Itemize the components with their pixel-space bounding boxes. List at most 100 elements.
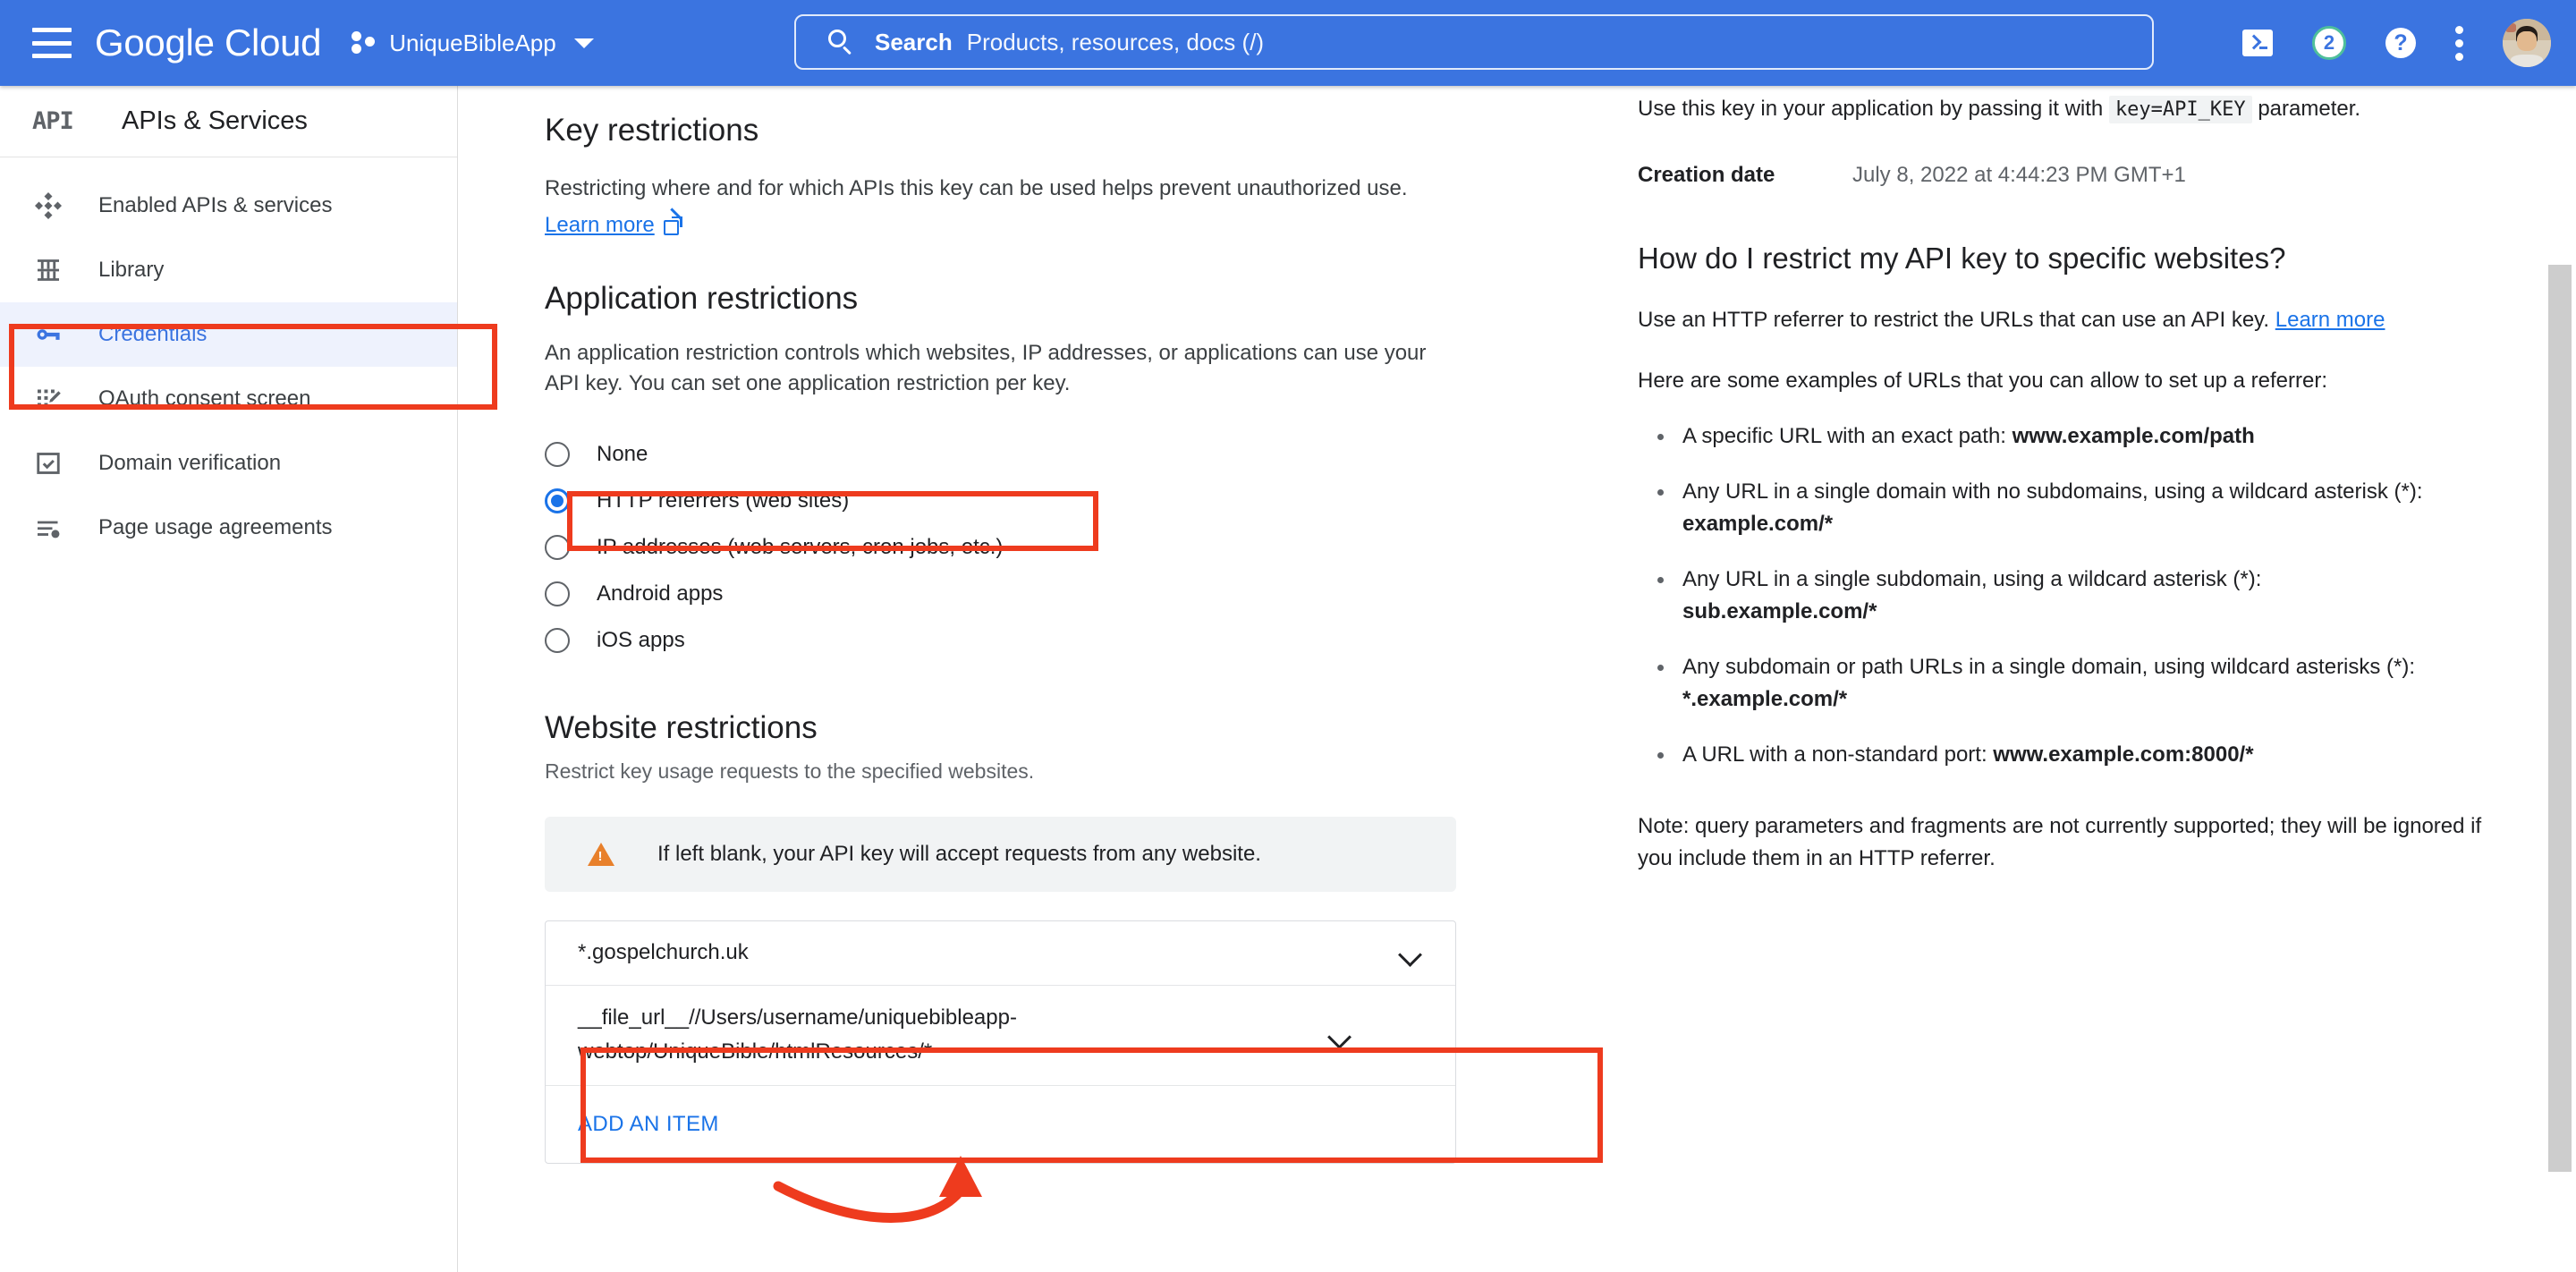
- example-code: example.com/*: [1682, 512, 1834, 536]
- library-icon: [32, 254, 64, 286]
- example-code: *.example.com/*: [1682, 687, 1848, 711]
- website-restriction-value: *.gospelchurch.uk: [578, 940, 749, 965]
- list-item: Any URL in a single domain with no subdo…: [1638, 476, 2513, 540]
- sidebar-item-label: OAuth consent screen: [98, 386, 311, 411]
- sidebar-item-oauth-consent-screen[interactable]: OAuth consent screen: [0, 367, 457, 431]
- page-title: APIs & Services: [122, 106, 308, 135]
- key-restrictions-learn-more-link[interactable]: Learn more: [545, 207, 682, 238]
- search-placeholder: Products, resources, docs (/): [966, 28, 1265, 55]
- example-text: Any URL in a single subdomain, using a w…: [1682, 567, 2262, 591]
- chevron-down-icon: [573, 38, 594, 48]
- enabled-apis-icon: [32, 190, 64, 222]
- radio-button[interactable]: [545, 535, 570, 561]
- radio-button[interactable]: [545, 442, 570, 468]
- radio-label: Android apps: [597, 581, 724, 606]
- right-info-panel: Use this key in your application by pass…: [1577, 86, 2576, 1272]
- hamburger-menu-icon[interactable]: [32, 28, 72, 58]
- key-restrictions-heading: Key restrictions: [545, 113, 759, 148]
- sidebar-item-label: Page usage agreements: [98, 515, 333, 539]
- website-restriction-row[interactable]: *.gospelchurch.uk: [546, 921, 1455, 986]
- top-app-bar: Google Cloud UniqueBibleApp Search Produ…: [0, 0, 2576, 86]
- sidebar-item-enabled-apis[interactable]: Enabled APIs & services: [0, 174, 457, 238]
- sidebar-item-credentials[interactable]: Credentials: [0, 302, 457, 367]
- sidebar-header: API APIs & Services: [0, 86, 457, 157]
- faq-heading: How do I restrict my API key to specific…: [1638, 242, 2286, 275]
- page-usage-agreements-icon: [32, 512, 64, 544]
- list-item: Any URL in a single subdomain, using a w…: [1638, 564, 2513, 628]
- search-icon: [828, 30, 853, 55]
- creation-date-row: Creation date July 8, 2022 at 4:44:23 PM…: [1638, 163, 2513, 188]
- radio-label: iOS apps: [597, 628, 685, 653]
- learn-more-label: Learn more: [545, 213, 655, 238]
- faq-intro: Use an HTTP referrer to restrict the URL…: [1638, 304, 2513, 336]
- add-an-item-button[interactable]: ADD AN ITEM: [578, 1112, 719, 1137]
- sidebar-item-label: Library: [98, 258, 165, 282]
- radio-option-ip-addresses[interactable]: IP addresses (web servers, cron jobs, et…: [545, 524, 1505, 571]
- project-name-label: UniqueBibleApp: [389, 29, 556, 56]
- cloud-shell-terminal-icon[interactable]: [2242, 30, 2273, 56]
- warning-triangle-icon: [588, 842, 614, 866]
- project-selector[interactable]: UniqueBibleApp: [352, 29, 594, 57]
- search-input[interactable]: Search Products, resources, docs (/): [794, 14, 2154, 70]
- radio-option-ios-apps[interactable]: iOS apps: [545, 617, 1505, 664]
- usage-note-before: Use this key in your application by pass…: [1638, 97, 2104, 121]
- application-restriction-radio-group: None HTTP referrers (web sites) IP addre…: [545, 431, 1505, 664]
- example-text: Any subdomain or path URLs in a single d…: [1682, 655, 2416, 679]
- list-item: A URL with a non-standard port: www.exam…: [1638, 739, 2513, 771]
- sidebar-item-label: Enabled APIs & services: [98, 193, 333, 217]
- radio-label: IP addresses (web servers, cron jobs, et…: [597, 535, 1004, 560]
- api-key-parameter-code: key=API_KEY: [2108, 96, 2252, 123]
- sidebar-item-domain-verification[interactable]: Domain verification: [0, 431, 457, 496]
- sidebar-nav-list: Enabled APIs & services Library Credenti…: [0, 157, 457, 560]
- radio-button[interactable]: [545, 628, 570, 654]
- usage-note-after: parameter.: [2258, 97, 2361, 121]
- avatar[interactable]: [2503, 19, 2551, 67]
- sidebar-item-page-usage-agreements[interactable]: Page usage agreements: [0, 496, 457, 560]
- referrer-examples-list: A specific URL with an exact path: www.e…: [1638, 420, 2513, 771]
- radio-button[interactable]: [545, 581, 570, 607]
- help-question-icon[interactable]: ?: [2385, 28, 2416, 58]
- sidebar-item-label: Credentials: [98, 322, 208, 346]
- faq-intro-text: Use an HTTP referrer to restrict the URL…: [1638, 308, 2270, 332]
- example-code: sub.example.com/*: [1682, 599, 1877, 623]
- radio-option-android-apps[interactable]: Android apps: [545, 571, 1505, 617]
- example-text: Any URL in a single domain with no subdo…: [1682, 479, 2423, 504]
- chevron-down-icon[interactable]: [1329, 1024, 1351, 1046]
- website-restrictions-heading: Website restrictions: [545, 710, 818, 746]
- radio-button[interactable]: [545, 488, 570, 514]
- application-restrictions-heading: Application restrictions: [545, 281, 859, 317]
- page-scrollbar-thumb[interactable]: [2548, 265, 2572, 1172]
- project-icon: [352, 30, 376, 56]
- creation-date-value: July 8, 2022 at 4:44:23 PM GMT+1: [1852, 163, 2186, 187]
- radio-label: None: [597, 442, 648, 467]
- referrer-note: Note: query parameters and fragments are…: [1638, 814, 2482, 870]
- google-cloud-logo[interactable]: Google Cloud: [95, 21, 322, 64]
- example-code: www.example.com/path: [2012, 424, 2255, 448]
- faq-learn-more-link[interactable]: Learn more: [2275, 308, 2385, 332]
- radio-option-none[interactable]: None: [545, 431, 1505, 478]
- api-product-glyph: API: [32, 107, 74, 135]
- list-item: Any subdomain or path URLs in a single d…: [1638, 651, 2513, 716]
- key-restrictions-description: Restricting where and for which APIs thi…: [545, 176, 1408, 200]
- more-vertical-icon[interactable]: [2455, 25, 2463, 61]
- domain-verification-icon: [32, 447, 64, 479]
- creation-date-label: Creation date: [1638, 163, 1775, 187]
- radio-option-http-referrers[interactable]: HTTP referrers (web sites): [545, 478, 1505, 524]
- blank-warning-banner: If left blank, your API key will accept …: [545, 816, 1456, 892]
- examples-intro: Here are some examples of URLs that you …: [1638, 369, 2328, 393]
- sidebar-item-library[interactable]: Library: [0, 238, 457, 302]
- example-code: www.example.com:8000/*: [1993, 742, 2254, 767]
- website-restriction-row[interactable]: __file_url__//Users/username/uniquebible…: [546, 986, 1455, 1086]
- oauth-consent-icon: [32, 383, 64, 415]
- add-item-row: ADD AN ITEM: [546, 1086, 1455, 1163]
- key-icon: [32, 318, 64, 351]
- main-content: Key restrictions Restricting where and f…: [459, 86, 1577, 1272]
- chevron-down-icon[interactable]: [1400, 942, 1421, 963]
- search-label: Search: [875, 28, 953, 55]
- topbar-actions: 2 ?: [2242, 0, 2551, 86]
- website-restrictions-list: *.gospelchurch.uk __file_url__//Users/us…: [545, 920, 1456, 1164]
- sidebar: API APIs & Services Enabled APIs & servi…: [0, 86, 458, 1272]
- website-restrictions-subtext: Restrict key usage requests to the speci…: [545, 759, 1035, 784]
- example-text: A specific URL with an exact path:: [1682, 424, 2012, 448]
- notifications-badge[interactable]: 2: [2312, 26, 2346, 60]
